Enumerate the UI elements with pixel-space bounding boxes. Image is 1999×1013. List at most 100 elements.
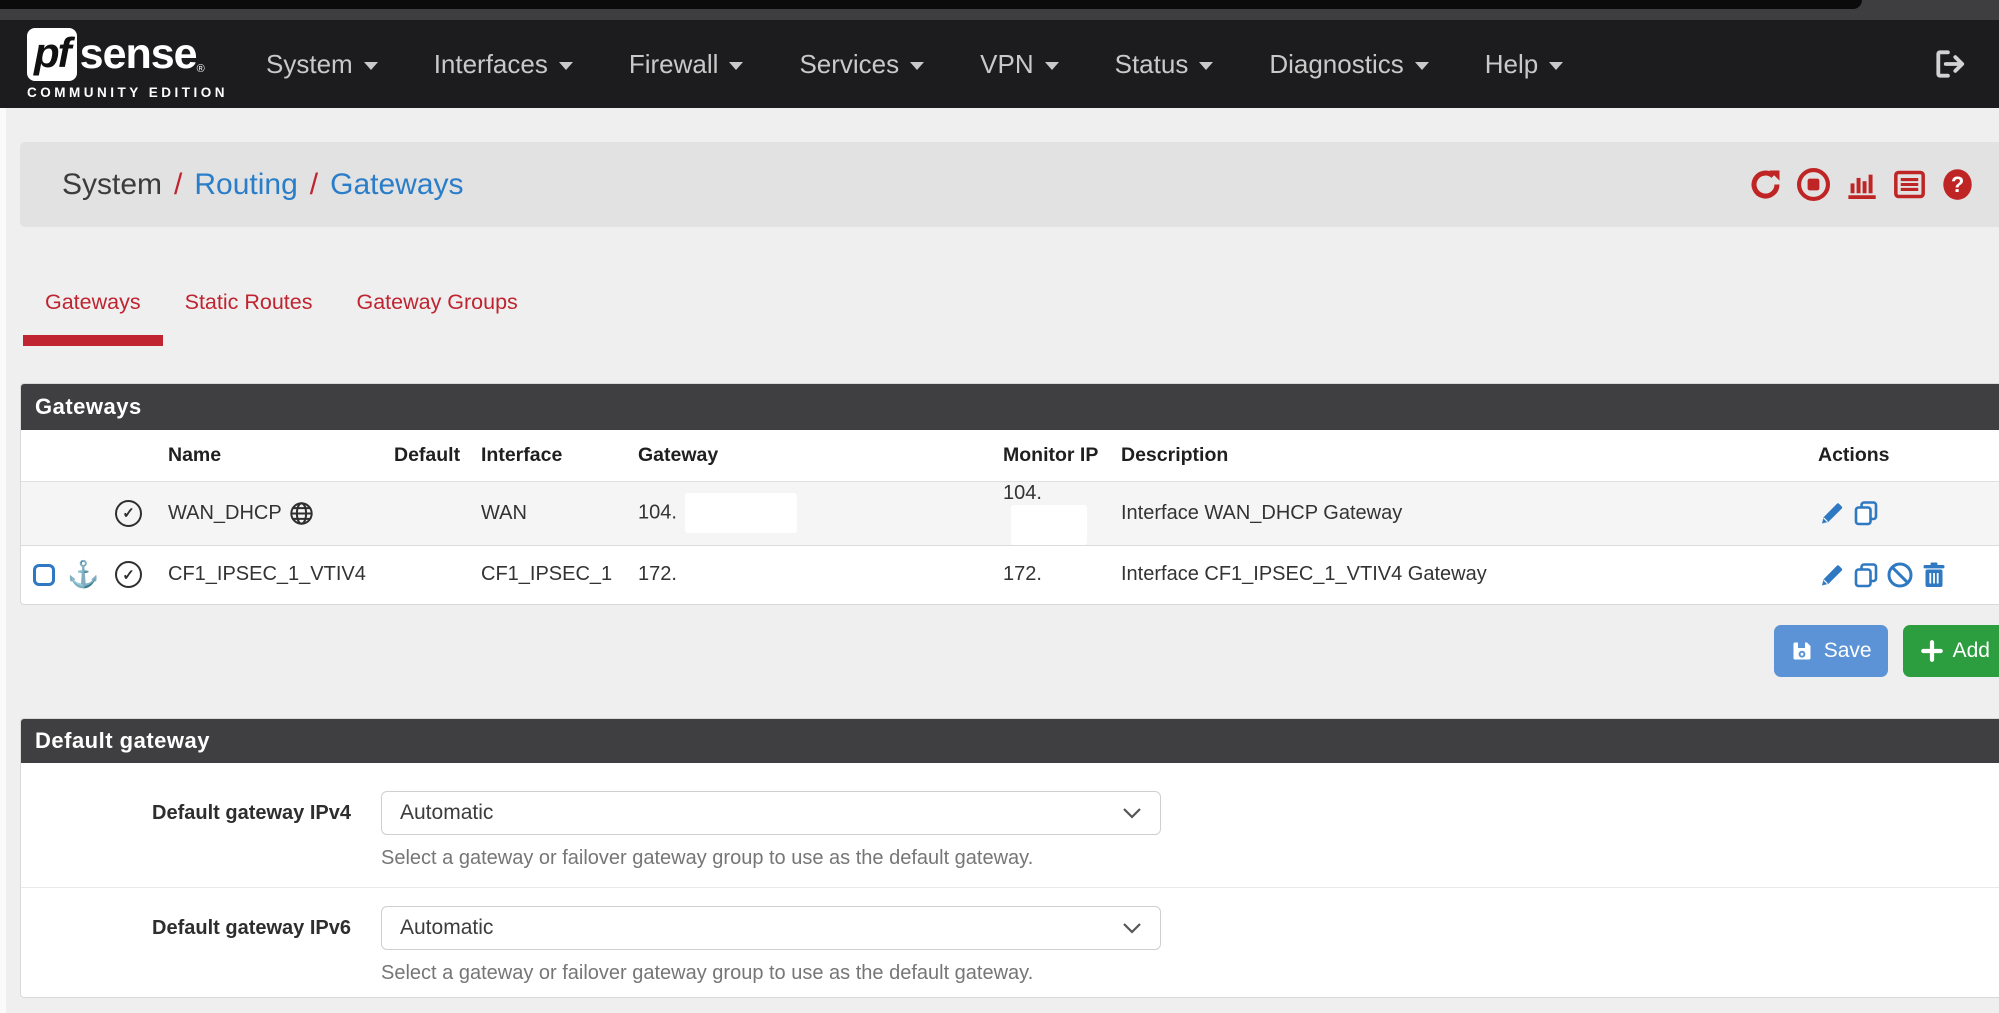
monitoring-chart-icon[interactable] <box>1844 167 1879 202</box>
nav-item-label: Help <box>1485 49 1538 80</box>
nav-item-vpn[interactable]: VPN <box>952 20 1086 108</box>
check-circle-icon: ✓ <box>115 500 142 527</box>
nav-item-system[interactable]: System <box>238 20 406 108</box>
tab-gateways[interactable]: Gateways <box>23 282 163 346</box>
nav-item-firewall[interactable]: Firewall <box>601 20 772 108</box>
default-gateway-ipv6-help: Select a gateway or failover gateway gro… <box>381 962 1033 985</box>
breadcrumb-root: System <box>62 168 162 202</box>
log-list-icon[interactable] <box>1892 167 1927 202</box>
logo-pf: pf <box>34 29 70 76</box>
sign-out-icon[interactable] <box>1933 47 1967 81</box>
breadcrumb-link-gateways[interactable]: Gateways <box>330 168 463 202</box>
table-row-wan-dhcp: ✓ WAN_DHCP WAN 104. 104. Interface WAN_D… <box>21 481 1999 545</box>
copy-icon[interactable] <box>1852 561 1880 589</box>
select-value: Automatic <box>400 801 493 825</box>
gateway-name: WAN_DHCP <box>168 502 282 525</box>
logo-registered-mark: ® <box>197 63 205 75</box>
nav-menu: System Interfaces Firewall Services VPN … <box>238 20 1591 108</box>
form-row-ipv4: Default gateway IPv4 Automatic Select a … <box>21 763 1999 887</box>
gateway-description: Interface WAN_DHCP Gateway <box>1109 481 1806 545</box>
gateway-description: Interface CF1_IPSEC_1_VTIV4 Gateway <box>1109 545 1806 604</box>
globe-icon <box>289 501 314 526</box>
nav-item-label: Interfaces <box>434 49 548 80</box>
gateways-panel: Gateways Name Default Interface Gateway … <box>20 383 1999 605</box>
disable-icon[interactable] <box>1886 561 1914 589</box>
nav-item-label: System <box>266 49 353 80</box>
table-header-row: Name Default Interface Gateway Monitor I… <box>21 430 1999 481</box>
nav-item-services[interactable]: Services <box>771 20 952 108</box>
anchor-icon[interactable]: ⚓ <box>67 559 99 589</box>
chevron-down-icon <box>729 62 743 70</box>
nav-item-help[interactable]: Help <box>1457 20 1591 108</box>
nav-item-interfaces[interactable]: Interfaces <box>406 20 601 108</box>
col-name: Name <box>156 430 382 481</box>
svg-text:?: ? <box>1951 172 1964 197</box>
pfsense-logo[interactable]: pf sense ® COMMUNITY EDITION <box>27 28 228 100</box>
gateways-panel-title: Gateways <box>21 384 1999 430</box>
chevron-down-icon <box>1199 62 1213 70</box>
browser-tab-strip <box>0 0 1862 9</box>
default-gateway-ipv6-select[interactable]: Automatic <box>381 906 1161 950</box>
edit-icon[interactable] <box>1818 561 1846 589</box>
chevron-down-icon <box>559 62 573 70</box>
redacted-ip-box <box>1011 505 1087 545</box>
redacted-ip-box <box>685 493 797 533</box>
check-circle-icon: ✓ <box>115 561 142 588</box>
col-interface: Interface <box>469 430 626 481</box>
chevron-down-icon <box>1045 62 1059 70</box>
logo-edition: COMMUNITY EDITION <box>27 85 228 100</box>
copy-icon[interactable] <box>1852 499 1880 527</box>
chevron-down-icon <box>1415 62 1429 70</box>
save-button-label: Save <box>1824 639 1872 663</box>
form-row-ipv6: Default gateway IPv6 Automatic Select a … <box>21 887 1999 998</box>
top-navbar: pf sense ® COMMUNITY EDITION System Inte… <box>0 20 1999 108</box>
refresh-icon[interactable] <box>1748 167 1783 202</box>
nav-item-status[interactable]: Status <box>1087 20 1242 108</box>
nav-item-diagnostics[interactable]: Diagnostics <box>1241 20 1456 108</box>
col-actions: Actions <box>1806 430 1999 481</box>
table-row-cf1-ipsec: ⚓ ✓ CF1_IPSEC_1_VTIV4 CF1_IPSEC_1 172. 1… <box>21 545 1999 604</box>
col-gateway: Gateway <box>626 430 991 481</box>
gateway-default-cell <box>382 481 469 545</box>
gateway-interface: CF1_IPSEC_1 <box>469 545 626 604</box>
save-button[interactable]: Save <box>1774 625 1888 677</box>
col-monitor-ip: Monitor IP <box>991 430 1109 481</box>
help-icon[interactable]: ? <box>1940 167 1975 202</box>
gateway-interface: WAN <box>469 481 626 545</box>
floppy-icon <box>1790 639 1814 663</box>
gateways-table: Name Default Interface Gateway Monitor I… <box>21 430 1999 604</box>
chevron-down-icon <box>1122 922 1142 935</box>
gateway-ip: 172. <box>626 545 991 604</box>
pf-logo-box: pf <box>27 28 77 81</box>
nav-item-label: Services <box>799 49 899 80</box>
default-gateway-ipv4-label: Default gateway IPv4 <box>21 791 351 835</box>
chevron-down-icon <box>1549 62 1563 70</box>
chevron-down-icon <box>364 62 378 70</box>
tab-static-routes[interactable]: Static Routes <box>163 282 335 346</box>
tab-bar: Gateways Static Routes Gateway Groups <box>23 282 540 346</box>
delete-icon[interactable] <box>1920 561 1948 589</box>
select-checkbox[interactable] <box>33 564 55 586</box>
add-button-label: Add <box>1953 639 1990 663</box>
gateway-name: CF1_IPSEC_1_VTIV4 <box>168 563 366 586</box>
stop-circle-icon[interactable] <box>1796 167 1831 202</box>
plus-icon <box>1921 640 1943 662</box>
select-value: Automatic <box>400 916 493 940</box>
tab-gateway-groups[interactable]: Gateway Groups <box>334 282 539 346</box>
default-gateway-ipv4-select[interactable]: Automatic <box>381 791 1161 835</box>
breadcrumb-link-routing[interactable]: Routing <box>194 168 297 202</box>
breadcrumb-separator: / <box>310 168 318 202</box>
table-actions-row: Save Add <box>20 625 1999 677</box>
logo-sense: sense <box>80 30 197 79</box>
col-default: Default <box>382 430 469 481</box>
chevron-down-icon <box>1122 807 1142 820</box>
add-button[interactable]: Add <box>1903 625 1999 677</box>
breadcrumb: System / Routing / Gateways <box>62 168 464 202</box>
nav-item-label: Status <box>1115 49 1189 80</box>
breadcrumb-actions: ? <box>1748 167 1975 202</box>
default-gateway-ipv6-label: Default gateway IPv6 <box>21 906 351 950</box>
monitor-ip: 172. <box>991 545 1109 604</box>
col-description: Description <box>1109 430 1806 481</box>
page-left-edge <box>0 108 6 1013</box>
edit-icon[interactable] <box>1818 499 1846 527</box>
